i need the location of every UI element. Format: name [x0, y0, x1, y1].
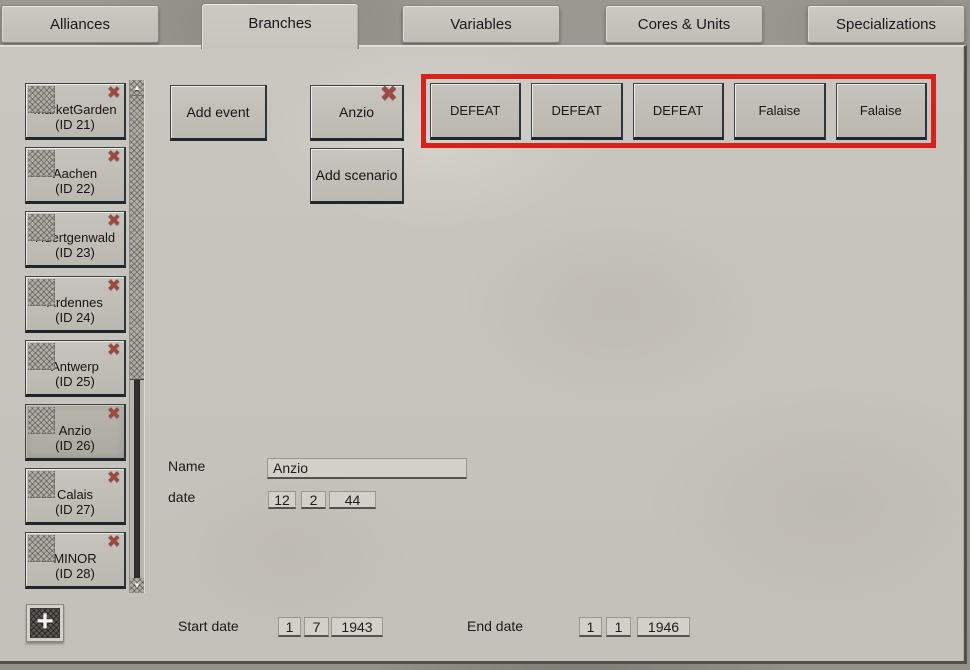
- event-anzio-button[interactable]: Anzio ✖: [310, 85, 404, 141]
- delete-branch-icon[interactable]: ✖: [107, 533, 121, 551]
- delete-branch-icon[interactable]: ✖: [107, 405, 121, 423]
- end-date-month-input[interactable]: [606, 617, 631, 637]
- scroll-down-icon[interactable]: ▼: [130, 578, 144, 593]
- branch-name: Antwerp: [51, 359, 99, 374]
- tab-variables[interactable]: Variables: [402, 5, 560, 43]
- tab-label: Branches: [248, 15, 311, 32]
- delete-branch-icon[interactable]: ✖: [107, 148, 121, 166]
- event-date-day-input[interactable]: [268, 491, 296, 509]
- branch-name: MINOR: [53, 551, 96, 566]
- delete-branch-icon[interactable]: ✖: [107, 277, 121, 295]
- branch-id: (ID 25): [55, 374, 95, 389]
- branch-id: (ID 23): [55, 245, 95, 260]
- start-date-day-input[interactable]: [278, 617, 301, 637]
- tab-branches[interactable]: Branches: [201, 3, 359, 49]
- branch-item-calais[interactable]: ✖ Calais (ID 27): [25, 468, 126, 525]
- texture-corner-icon: [28, 150, 55, 177]
- branch-name: Anzio: [59, 423, 92, 438]
- scenario-button-defeat-3[interactable]: DEFEAT: [633, 83, 724, 140]
- tab-specializations[interactable]: Specializations: [807, 5, 965, 43]
- branch-name: Calais: [57, 487, 93, 502]
- branch-item-anzio[interactable]: ✖ Anzio (ID 26): [25, 404, 126, 461]
- branch-id: (ID 22): [55, 181, 95, 196]
- event-date-month-input[interactable]: [301, 491, 326, 509]
- branch-name: Aachen: [53, 166, 97, 181]
- branch-list-scrollbar[interactable]: ▲ ▼: [129, 80, 145, 593]
- branch-item-antwerp[interactable]: ✖ Antwerp (ID 25): [25, 340, 126, 397]
- scrollbar-thumb[interactable]: [130, 95, 144, 380]
- branch-id: (ID 27): [55, 502, 95, 517]
- scenario-label: Falaise: [860, 103, 902, 118]
- scenario-label: DEFEAT: [450, 103, 500, 118]
- delete-branch-icon[interactable]: ✖: [107, 212, 121, 230]
- start-date-year-input[interactable]: [331, 617, 383, 637]
- scenario-button-defeat-1[interactable]: DEFEAT: [430, 83, 521, 140]
- scenario-label: Falaise: [758, 103, 800, 118]
- branch-id: (ID 21): [55, 117, 95, 132]
- branch-id: (ID 24): [55, 310, 95, 325]
- branch-item-ardennes[interactable]: ✖ Ardennes (ID 24): [25, 276, 126, 333]
- scenario-button-defeat-2[interactable]: DEFEAT: [531, 83, 622, 140]
- delete-event-icon[interactable]: ✖: [380, 83, 398, 105]
- delete-branch-icon[interactable]: ✖: [107, 341, 121, 359]
- end-date-year-input[interactable]: [637, 617, 690, 637]
- add-branch-button[interactable]: +: [26, 604, 64, 642]
- scenario-button-falaise-1[interactable]: Falaise: [734, 83, 825, 140]
- branches-panel: ✖ MarketGarden (ID 21) ✖ Aachen (ID 22) …: [0, 45, 967, 664]
- end-date-day-input[interactable]: [579, 617, 602, 637]
- texture-corner-icon: [28, 343, 55, 370]
- add-scenario-label: Add scenario: [316, 167, 398, 183]
- date-label: date: [168, 489, 195, 505]
- event-name-label: Anzio: [339, 104, 374, 120]
- branch-item-marketgarden[interactable]: ✖ MarketGarden (ID 21): [25, 83, 126, 140]
- delete-branch-icon[interactable]: ✖: [107, 469, 121, 487]
- add-event-button[interactable]: Add event: [170, 85, 267, 141]
- highlight-annotation-rect: DEFEAT DEFEAT DEFEAT Falaise Falaise: [421, 74, 936, 148]
- texture-corner-icon: [28, 471, 55, 498]
- scenario-editor-window: Alliances Branches Variables Cores & Uni…: [0, 0, 970, 670]
- branch-id: (ID 28): [55, 566, 95, 581]
- plus-icon: +: [30, 608, 60, 638]
- tab-label: Variables: [450, 16, 511, 33]
- scroll-up-icon[interactable]: ▲: [130, 80, 144, 95]
- event-name-input[interactable]: [267, 458, 467, 479]
- add-scenario-button[interactable]: Add scenario: [310, 148, 404, 204]
- tab-cores-units[interactable]: Cores & Units: [605, 5, 763, 43]
- branch-name: Ardennes: [47, 295, 103, 310]
- texture-corner-icon: [28, 535, 55, 562]
- texture-corner-icon: [28, 407, 55, 434]
- branch-item-minor[interactable]: ✖ MINOR (ID 28): [25, 532, 126, 589]
- tab-label: Alliances: [50, 16, 110, 33]
- end-date-label: End date: [467, 618, 523, 634]
- tab-alliances[interactable]: Alliances: [1, 5, 159, 43]
- scenario-label: DEFEAT: [653, 103, 703, 118]
- scenario-button-falaise-2[interactable]: Falaise: [836, 83, 927, 140]
- event-date-year-input[interactable]: [329, 491, 376, 509]
- texture-corner-icon: [28, 86, 55, 113]
- add-event-label: Add event: [186, 104, 249, 120]
- branch-id: (ID 26): [55, 438, 95, 453]
- delete-branch-icon[interactable]: ✖: [107, 84, 121, 102]
- branch-item-aachen[interactable]: ✖ Aachen (ID 22): [25, 147, 126, 204]
- tab-bar: Alliances Branches Variables Cores & Uni…: [0, 0, 970, 48]
- texture-corner-icon: [28, 214, 55, 241]
- name-label: Name: [168, 458, 205, 474]
- scenario-label: DEFEAT: [551, 103, 601, 118]
- texture-corner-icon: [28, 279, 55, 306]
- start-date-label: Start date: [178, 618, 239, 634]
- tab-label: Cores & Units: [638, 16, 731, 33]
- start-date-month-input[interactable]: [304, 617, 329, 637]
- branch-item-huertgenwald[interactable]: ✖ Huertgenwald (ID 23): [25, 211, 126, 268]
- tab-label: Specializations: [836, 16, 936, 33]
